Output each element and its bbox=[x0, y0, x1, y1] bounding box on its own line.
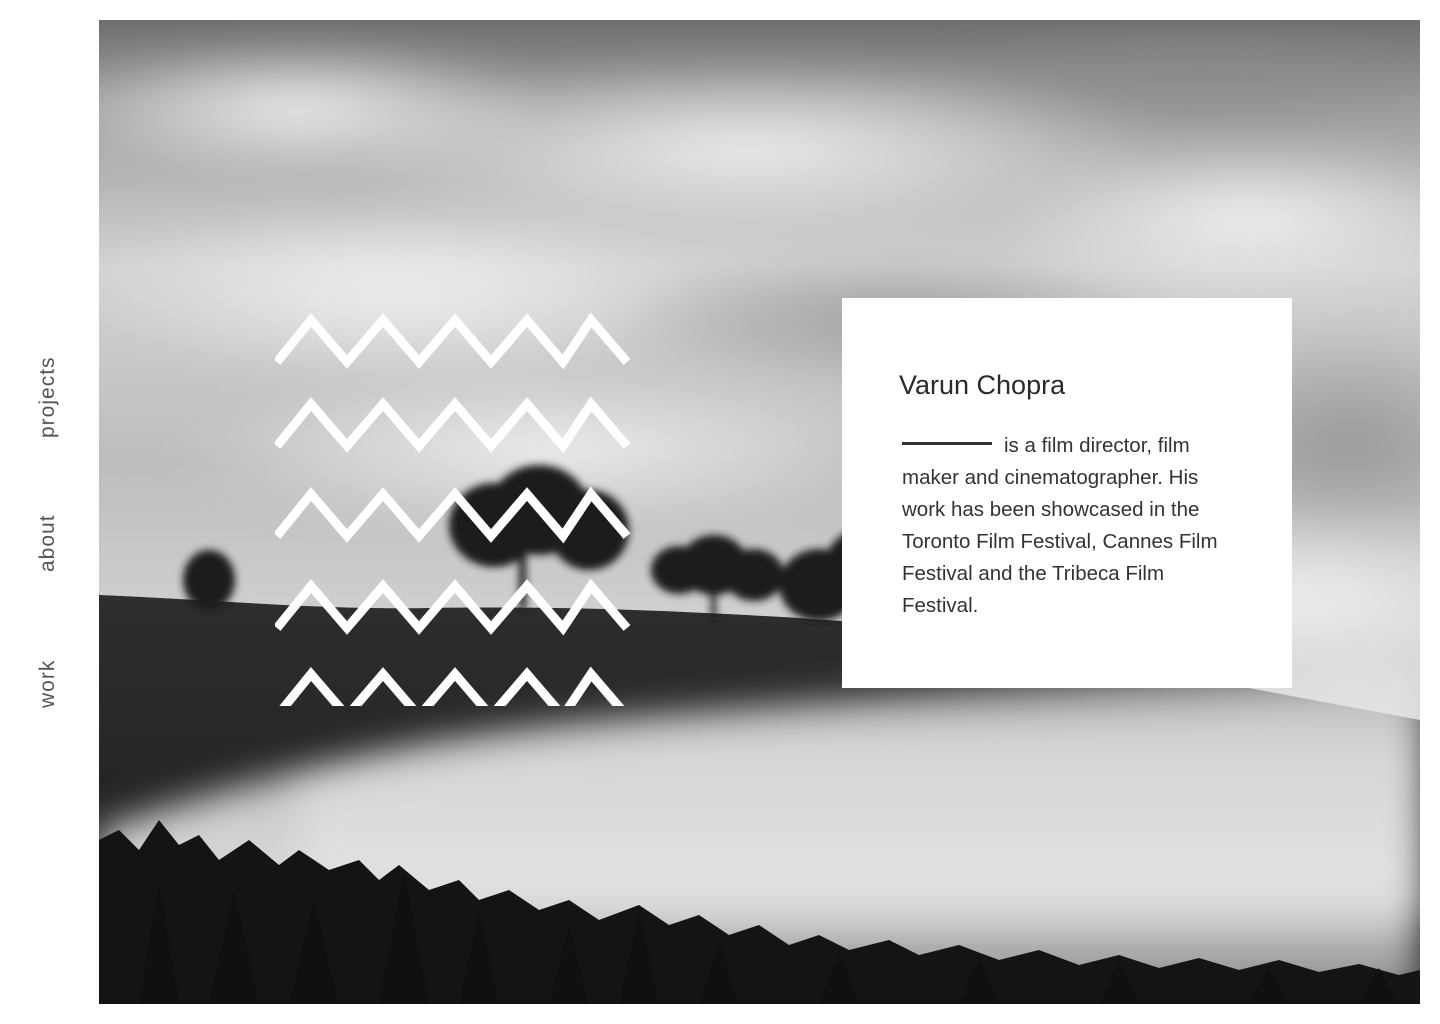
zigzag-row bbox=[275, 312, 631, 370]
zigzag-row bbox=[275, 486, 631, 544]
nav-item-projects[interactable]: projects bbox=[36, 356, 60, 438]
bio-card: Varun Chopra is a film director, film ma… bbox=[842, 298, 1292, 688]
zigzag-row bbox=[275, 396, 631, 454]
dash-divider bbox=[902, 442, 992, 446]
nav-item-about[interactable]: about bbox=[36, 514, 60, 572]
nav-item-work[interactable]: work bbox=[36, 660, 60, 708]
zigzag-row bbox=[279, 666, 625, 706]
zigzag-row bbox=[275, 578, 631, 636]
page: projects about work Varun Chopra is a fi… bbox=[0, 0, 1440, 1024]
bio-text: is a film director, film maker and cinem… bbox=[902, 434, 1218, 617]
zigzag-pattern-icon bbox=[275, 312, 631, 706]
person-name: Varun Chopra bbox=[899, 370, 1066, 400]
bio-text-block: is a film director, film maker and cinem… bbox=[902, 430, 1222, 622]
